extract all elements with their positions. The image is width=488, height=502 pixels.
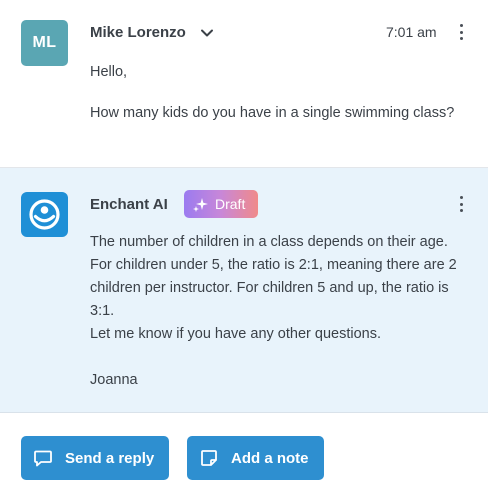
message-body: Hello, How many kids do you have in a si…	[90, 61, 460, 143]
message-signature: Joanna	[90, 372, 138, 388]
avatar: ML	[21, 20, 68, 66]
kebab-menu-icon[interactable]	[458, 24, 464, 40]
speech-bubble-icon	[34, 450, 52, 467]
note-icon	[201, 450, 217, 466]
message-body: The number of children in a class depend…	[90, 231, 460, 392]
message-closing: Let me know if you have any other questi…	[90, 326, 381, 342]
sparkle-icon	[193, 197, 208, 212]
send-reply-button[interactable]: Send a reply	[21, 436, 169, 480]
sender-name: Enchant AI	[90, 196, 168, 213]
enchant-ai-logo	[21, 192, 68, 237]
message-paragraph: The number of children in a class depend…	[90, 234, 457, 319]
draft-label: Draft	[215, 196, 246, 212]
message-divider	[0, 412, 488, 413]
draft-badge: Draft	[184, 190, 258, 218]
add-note-button[interactable]: Add a note	[187, 436, 324, 480]
message-greeting: Hello,	[90, 64, 128, 80]
customer-message: ML Mike Lorenzo 7:01 am Hello, How many …	[0, 0, 488, 168]
kebab-menu-icon[interactable]	[458, 196, 464, 212]
add-note-label: Add a note	[231, 449, 309, 467]
message-question: How many kids do you have in a single sw…	[90, 105, 455, 121]
sender-name: Mike Lorenzo	[90, 24, 186, 41]
message-timestamp: 7:01 am	[386, 24, 437, 40]
chevron-down-icon[interactable]	[199, 25, 215, 41]
send-reply-label: Send a reply	[65, 449, 155, 467]
